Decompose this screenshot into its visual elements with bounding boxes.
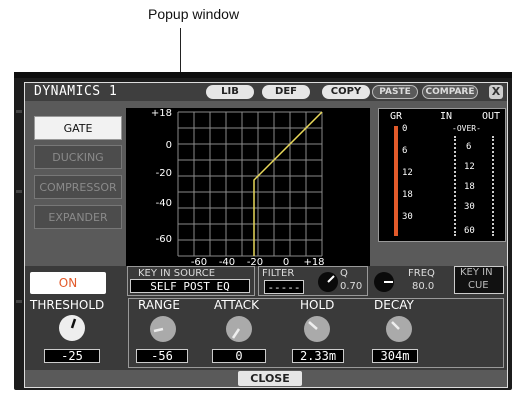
over-label: -OVER- (452, 124, 481, 133)
x-tick-label: -60 (191, 257, 207, 266)
threshold-knob[interactable] (59, 315, 85, 341)
x-tick-label: +18 (303, 257, 324, 266)
freq-label: FREQ (408, 268, 435, 279)
freq-knob[interactable] (374, 272, 394, 292)
gr-scale-label: 0 (402, 124, 408, 134)
gr-scale-label: 12 (402, 168, 413, 178)
frame-tick (16, 110, 22, 113)
decay-knob[interactable] (386, 316, 412, 342)
x-tick-label: -20 (247, 257, 263, 266)
frame-top-strip (14, 72, 512, 78)
q-value: 0.70 (340, 281, 363, 292)
transfer-curve-svg: +18 0 -20 -40 -60 -60 -40 -20 0 +18 (151, 108, 325, 268)
out-meter-dots (492, 136, 496, 236)
q-knob[interactable] (318, 272, 338, 292)
io-scale-label: 60 (464, 226, 475, 236)
range-label: RANGE (138, 298, 180, 312)
type-ducking-button[interactable]: DUCKING (34, 145, 122, 169)
freq-value: 80.0 (412, 281, 435, 292)
window-title: DYNAMICS 1 (34, 84, 118, 99)
y-tick-label: -20 (156, 168, 172, 179)
key-in-source-value[interactable]: SELF POST EQ (130, 279, 250, 293)
y-tick-label: -60 (156, 234, 172, 245)
gate-curve-line (253, 111, 323, 256)
frame-tick (16, 190, 22, 193)
in-label: IN (440, 111, 453, 122)
in-meter-dots (454, 136, 458, 236)
compare-button[interactable]: COMPARE (422, 85, 478, 99)
hold-knob[interactable] (304, 316, 330, 342)
close-button[interactable]: CLOSE (238, 371, 302, 386)
filter-value[interactable]: ----- (264, 280, 304, 294)
x-tick-label: 0 (283, 257, 289, 266)
attack-value: 0 (212, 349, 266, 363)
key-in-cue-label-1: KEY IN (460, 267, 493, 278)
decay-label: DECAY (374, 298, 414, 312)
range-knob[interactable] (150, 316, 176, 342)
y-tick-label: -40 (156, 198, 172, 209)
threshold-value: -25 (44, 349, 100, 363)
x-tick-label: -40 (219, 257, 235, 266)
y-tick-label: 0 (166, 140, 172, 151)
hold-value: 2.33m (292, 349, 344, 363)
type-compressor-button[interactable]: COMPRESSOR (34, 175, 122, 199)
range-value: -56 (136, 349, 188, 363)
io-scale-label: 6 (466, 142, 472, 152)
frame-tick (16, 300, 22, 303)
paste-button[interactable]: PASTE (372, 85, 418, 99)
gr-scale-label: 18 (402, 190, 413, 200)
io-scale-label: 30 (464, 202, 475, 212)
on-button[interactable]: ON (30, 272, 106, 294)
key-in-cue-label-2: CUE (468, 280, 489, 291)
type-expander-button[interactable]: EXPANDER (34, 205, 122, 229)
decay-value: 304m (372, 349, 418, 363)
threshold-label: THRESHOLD (30, 298, 105, 312)
hold-label: HOLD (300, 298, 335, 312)
attack-knob[interactable] (226, 316, 252, 342)
gr-scale-label: 30 (402, 212, 413, 222)
copy-button[interactable]: COPY (322, 85, 370, 99)
filter-label: FILTER (262, 268, 295, 279)
attack-label: ATTACK (214, 298, 260, 312)
y-tick-label: +18 (151, 108, 172, 119)
out-label: OUT (482, 111, 501, 122)
io-scale-label: 12 (464, 162, 475, 172)
transfer-curve-graph: +18 0 -20 -40 -60 -60 -40 -20 0 +18 (126, 108, 370, 268)
type-gate-button[interactable]: GATE (34, 116, 122, 140)
q-label: Q (340, 268, 348, 279)
gr-scale-label: 6 (402, 146, 408, 156)
popup-window-callout: Popup window (148, 6, 240, 22)
gr-label: GR (390, 111, 403, 122)
lib-button[interactable]: LIB (206, 85, 254, 99)
io-scale-label: 18 (464, 182, 475, 192)
gr-meter-bar (394, 126, 398, 236)
def-button[interactable]: DEF (262, 85, 310, 99)
close-x-button[interactable]: X (489, 85, 503, 99)
